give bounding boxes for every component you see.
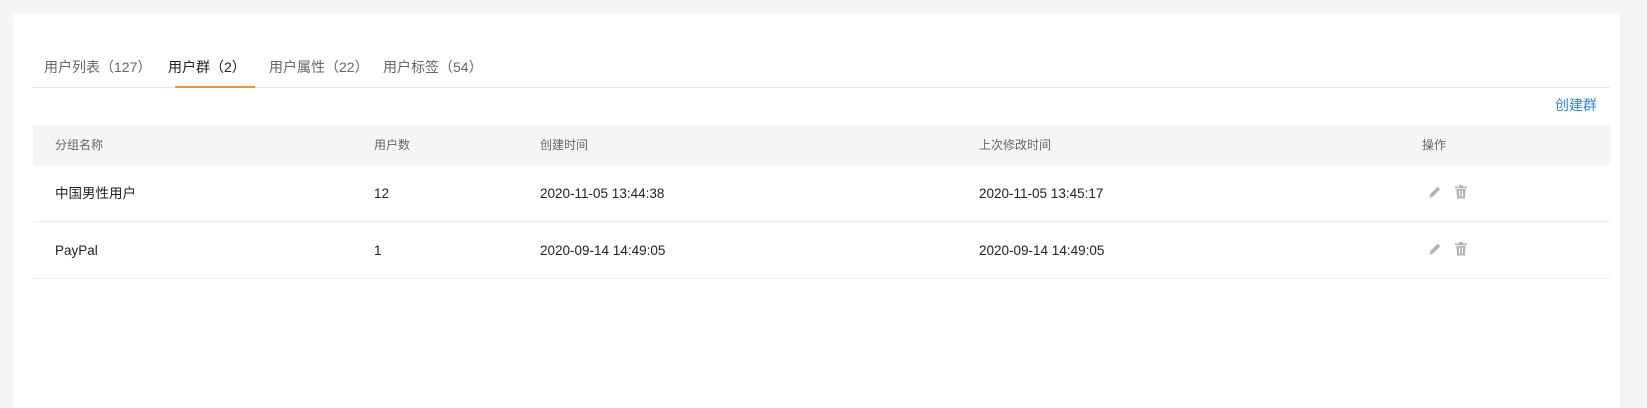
content-card: 用户列表（127） 用户群（2） 用户属性（22） 用户标签（54） 创建群 分… (13, 13, 1620, 408)
modified-time-cell: 2020-11-05 13:45:17 (979, 186, 1104, 201)
table-row: 中国男性用户 12 2020-11-05 13:44:38 2020-11-05… (33, 165, 1610, 222)
edit-icon[interactable] (1428, 184, 1442, 200)
active-tab-indicator (175, 86, 255, 88)
created-time-cell: 2020-11-05 13:44:38 (540, 186, 665, 201)
user-count-cell: 12 (374, 186, 390, 201)
tab-user-tags[interactable]: 用户标签（54） (383, 59, 483, 75)
tab-user-list[interactable]: 用户列表（127） (44, 59, 151, 75)
edit-icon[interactable] (1428, 241, 1442, 257)
table-header: 分组名称 用户数 创建时间 上次修改时间 操作 (33, 125, 1610, 165)
delete-icon[interactable] (1454, 184, 1468, 200)
group-name-cell: PayPal (55, 243, 98, 258)
delete-icon[interactable] (1454, 241, 1468, 257)
table-row: PayPal 1 2020-09-14 14:49:05 2020-09-14 … (33, 222, 1610, 279)
column-header-user-count: 用户数 (374, 138, 411, 152)
column-header-modified-time: 上次修改时间 (979, 138, 1052, 152)
column-header-created-time: 创建时间 (540, 138, 589, 152)
tab-user-groups[interactable]: 用户群（2） (168, 59, 246, 75)
created-time-cell: 2020-09-14 14:49:05 (540, 243, 666, 258)
row-actions (1428, 184, 1468, 200)
tab-user-attributes[interactable]: 用户属性（22） (269, 59, 369, 75)
column-header-actions: 操作 (1422, 138, 1447, 152)
user-group-table: 分组名称 用户数 创建时间 上次修改时间 操作 中国男性用户 12 2020-1… (33, 125, 1610, 279)
group-name-cell: 中国男性用户 (55, 186, 136, 201)
tab-bar: 用户列表（127） 用户群（2） 用户属性（22） 用户标签（54） (33, 46, 1610, 88)
user-count-cell: 1 (374, 243, 382, 258)
modified-time-cell: 2020-09-14 14:49:05 (979, 243, 1105, 258)
column-header-group-name: 分组名称 (55, 138, 104, 152)
row-actions (1428, 241, 1468, 257)
create-group-button[interactable]: 创建群 (1555, 97, 1597, 113)
